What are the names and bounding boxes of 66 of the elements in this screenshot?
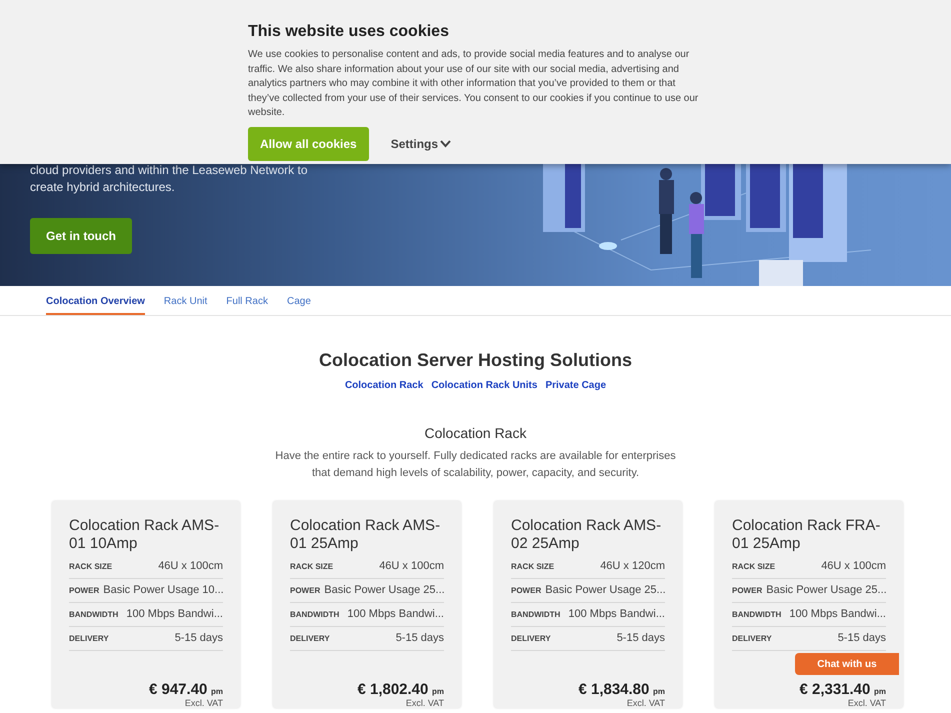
spec-value: 5-15 days [838,631,886,646]
spec-value: 100 Mbps Bandwi... [126,607,223,622]
nav-tab[interactable]: Cage [286,286,311,315]
spec-label: RACK SIZE [511,560,554,572]
vat-note: Excl. VAT [846,698,886,708]
price-period: pm [874,687,886,696]
subsection-description: Have the entire rack to yourself. Fully dedicated racks are available for enterprises that demand high levels of scalability, power, capacity, and security. [274,449,677,480]
nav-tab[interactable]: Full Rack [226,286,268,315]
anchor-link[interactable]: Colocation Rack [344,378,424,393]
spec-value: 100 Mbps Bandwi... [568,607,665,622]
spec-label: RACK SIZE [69,560,112,572]
spec-value: 46U x 100cm [821,559,886,574]
spec-label: BANDWIDTH [290,608,340,620]
subsection-title: Colocation Rack [424,424,528,443]
spec-label: BANDWIDTH [69,608,118,620]
vat-note: Excl. VAT [184,698,223,708]
spec-value: 100 Mbps Bandwi... [347,607,444,622]
price-period: pm [211,687,223,696]
spec-label: POWER [69,584,100,596]
banner-title: This website uses cookies [248,22,450,42]
spec-label: DELIVERY [290,632,330,644]
settings-link[interactable]: Settings [384,134,458,154]
allow-cookies-button[interactable]: Allow all cookies [248,126,369,160]
price: € 2,331.40 [799,681,870,698]
spec-label: DELIVERY [511,632,551,644]
card-title: Colocation Rack AMS-01 10Amp [69,517,220,553]
spec-value: Basic Power Usage 10... [103,583,224,598]
spec-value: 100 Mbps Bandwi... [789,607,886,622]
spec-label: RACK SIZE [290,560,334,572]
nav-tab[interactable]: Rack Unit [164,286,208,315]
price: € 1,802.40 [357,681,428,698]
spec-value: 46U x 100cm [158,559,223,574]
spec-label: BANDWIDTH [511,608,560,620]
vat-note: Excl. VAT [404,698,444,708]
nav-tab[interactable]: Colocation Overview [46,286,145,315]
hero-text: create hybrid architectures. [30,178,176,196]
price: € 1,834.80 [578,681,650,698]
spec-value: 5-15 days [616,631,665,646]
price: € 947.40 [148,681,208,698]
chat-button[interactable]: Chat with us [795,653,899,675]
banner-text: We use cookies to personalise content and ads, to provide social media features and to analyse our traffic. We also share information about your use of our site with our social media, advertising and analytics partners who may combine it with other information that you’ve provided to them or that they’ve collected from your use of their services. You consent to our cookies if you continue to use our website. [248,48,700,120]
get-in-touch-button[interactable]: Get in touch [30,218,132,254]
spec-value: Basic Power Usage 25... [324,583,445,598]
price-period: pm [653,687,665,696]
price-period: pm [432,687,444,696]
card-title: Colocation Rack FRA-01 25Amp [732,517,882,553]
spec-value: 46U x 120cm [600,559,665,574]
spec-label: DELIVERY [69,632,109,644]
spec-label: BANDWIDTH [732,608,782,620]
spec-label: RACK SIZE [732,560,776,572]
card-title: Colocation Rack AMS-02 25Amp [511,517,662,553]
spec-label: POWER [511,584,542,596]
hero-text: cloud providers and within the Leaseweb Network to [30,162,308,179]
spec-value: Basic Power Usage 25... [545,583,666,598]
spec-label: POWER [732,584,762,596]
vat-note: Excl. VAT [626,698,665,708]
section-title: Colocation Server Hosting Solutions [318,349,634,372]
spec-value: 46U x 100cm [379,559,444,574]
spec-value: 5-15 days [396,631,444,646]
anchor-link[interactable]: Colocation Rack Units [431,378,538,393]
spec-value: Basic Power Usage 25... [766,583,887,598]
spec-label: POWER [290,584,320,596]
spec-label: DELIVERY [732,632,772,644]
card-title: Colocation Rack AMS-01 25Amp [290,517,442,553]
spec-value: 5-15 days [174,631,223,646]
anchor-link[interactable]: Private Cage [545,378,606,393]
